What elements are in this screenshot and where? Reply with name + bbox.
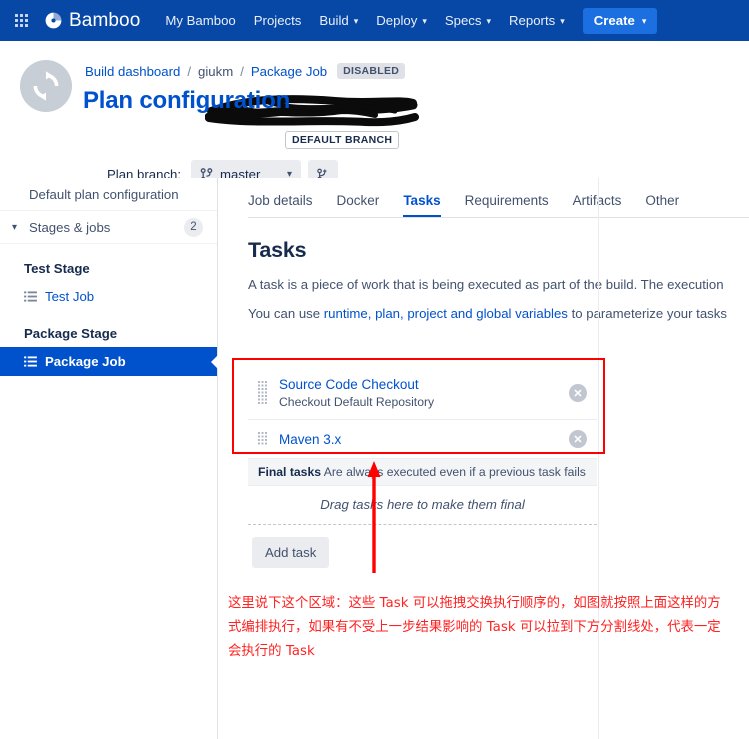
- tab-other[interactable]: Other: [645, 193, 679, 217]
- chevron-down-icon: ▾: [641, 16, 647, 26]
- remove-circle-icon[interactable]: [569, 384, 587, 402]
- sidebar-item-label: Default plan configuration: [29, 186, 179, 202]
- breadcrumb-build-dashboard[interactable]: Build dashboard: [85, 64, 180, 79]
- nav-label: Deploy: [376, 13, 418, 28]
- breadcrumb-package-job[interactable]: Package Job: [251, 64, 327, 79]
- variables-hint: You can use runtime, plan, project and g…: [248, 306, 749, 321]
- sidebar-stage-test-stage: Test Stage: [24, 260, 90, 276]
- table-row[interactable]: Source Code Checkout Checkout Default Re…: [248, 367, 597, 420]
- variables-link[interactable]: runtime, plan, project and global variab…: [324, 306, 568, 321]
- page-header: Build dashboard / giukm / Package Job DI…: [0, 41, 749, 189]
- sidebar-item-default-plan-configuration[interactable]: Default plan configuration: [0, 178, 217, 211]
- sidebar-item-package-job[interactable]: Package Job: [0, 347, 217, 376]
- grid-apps-icon: [14, 14, 28, 27]
- stages-count-badge: 2: [184, 217, 203, 237]
- bamboo-logo-icon: [45, 12, 62, 29]
- tab-requirements[interactable]: Requirements: [465, 193, 549, 217]
- variables-hint-prefix: You can use: [248, 306, 324, 321]
- avatar: [20, 60, 72, 112]
- drag-handle-icon[interactable]: [258, 432, 267, 446]
- create-button-label: Create: [593, 13, 635, 28]
- nav-item-projects[interactable]: Projects: [245, 0, 311, 41]
- task-list: Source Code Checkout Checkout Default Re…: [248, 367, 597, 568]
- table-row[interactable]: Maven 3.x: [248, 420, 597, 459]
- drag-handle-icon[interactable]: [258, 381, 267, 405]
- nav-item-reports[interactable]: Reports ▾: [500, 0, 574, 41]
- task-info: Source Code Checkout Checkout Default Re…: [279, 376, 569, 410]
- final-tasks-description: Are always executed even if a previous t…: [323, 465, 586, 479]
- nav-label: My Bamboo: [165, 13, 236, 28]
- top-navigation-bar: Bamboo My Bamboo Projects Build ▾ Deploy…: [0, 0, 749, 41]
- sidebar-job-label: Test Job: [45, 289, 95, 304]
- nav-item-deploy[interactable]: Deploy ▾: [367, 0, 436, 41]
- task-title[interactable]: Source Code Checkout: [279, 376, 569, 393]
- status-badge: DISABLED: [337, 63, 406, 79]
- sidebar: Default plan configuration ▾ Stages & jo…: [0, 178, 218, 739]
- sidebar-section-label: Stages & jobs: [29, 219, 111, 235]
- default-branch-badge: DEFAULT BRANCH: [285, 131, 400, 149]
- nav-item-my-bamboo[interactable]: My Bamboo: [156, 0, 244, 41]
- chevron-down-icon: ▾: [422, 16, 427, 26]
- nav-label: Reports: [509, 13, 556, 28]
- nav-label: Projects: [253, 13, 302, 28]
- tab-job-details[interactable]: Job details: [248, 193, 313, 217]
- chevron-down-icon: ▾: [12, 221, 18, 233]
- final-tasks-title: Final tasks: [258, 465, 321, 479]
- tasks-description: A task is a piece of work that is being …: [248, 277, 724, 292]
- breadcrumb-separator: /: [187, 63, 191, 79]
- job-list-icon: [24, 291, 37, 302]
- brand-home-link[interactable]: Bamboo: [44, 10, 140, 32]
- variables-hint-suffix: to parameterize your tasks: [567, 306, 727, 321]
- breadcrumb-separator: /: [240, 63, 244, 79]
- remove-circle-icon[interactable]: [569, 430, 587, 448]
- add-task-button[interactable]: Add task: [252, 537, 330, 568]
- brand-name: Bamboo: [69, 9, 141, 31]
- final-tasks-dropzone[interactable]: Drag tasks here to make them final: [248, 486, 597, 525]
- nav-item-build[interactable]: Build ▾: [310, 0, 367, 41]
- sidebar-stage-package-stage: Package Stage: [24, 325, 118, 341]
- page-heading: Tasks: [248, 238, 307, 262]
- chevron-down-icon: ▾: [560, 16, 565, 26]
- primary-nav-items: My Bamboo Projects Build ▾ Deploy ▾ Spec…: [156, 0, 658, 41]
- sidebar-section-stages-and-jobs[interactable]: ▾ Stages & jobs 2: [0, 211, 217, 244]
- task-info: Maven 3.x: [279, 431, 569, 448]
- breadcrumb-plan-redacted[interactable]: giukm: [198, 64, 233, 79]
- page-title[interactable]: Plan configuration: [83, 87, 290, 115]
- breadcrumb: Build dashboard / giukm / Package Job DI…: [85, 63, 406, 79]
- nav-label: Specs: [444, 13, 482, 28]
- tab-bar: Job details Docker Tasks Requirements Ar…: [248, 178, 749, 218]
- annotation-note: 这里说下这个区域：这些 Task 可以拖拽交换执行顺序的，如图就按照上面这样的方…: [228, 596, 721, 659]
- chevron-down-icon: ▾: [486, 16, 492, 26]
- app-switcher-icon[interactable]: [6, 0, 36, 41]
- nav-label: Build: [319, 13, 349, 28]
- page-root: Bamboo My Bamboo Projects Build ▾ Deploy…: [0, 0, 749, 739]
- sidebar-job-label: Package Job: [45, 354, 126, 369]
- chevron-down-icon: ▾: [353, 16, 359, 26]
- final-tasks-header: Final tasks Are always executed even if …: [248, 459, 597, 486]
- tab-tasks[interactable]: Tasks: [403, 193, 441, 217]
- nav-item-specs[interactable]: Specs ▾: [436, 0, 500, 41]
- sync-refresh-icon: [33, 71, 59, 101]
- sidebar-item-test-job[interactable]: Test Job: [0, 282, 217, 311]
- task-title[interactable]: Maven 3.x: [279, 431, 569, 448]
- job-list-icon: [24, 356, 37, 367]
- create-button[interactable]: Create ▾: [582, 7, 658, 34]
- tab-docker[interactable]: Docker: [337, 193, 380, 217]
- task-subtitle: Checkout Default Repository: [279, 395, 435, 409]
